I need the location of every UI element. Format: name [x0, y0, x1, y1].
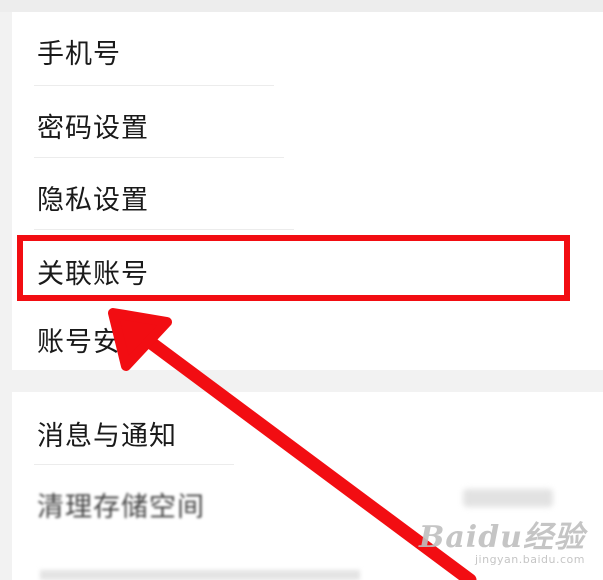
- top-divider: [0, 0, 603, 12]
- settings-screen: 手机号 密码设置 隐私设置 关联账号 账号安 消息与通知 清理存储空间 Baid…: [0, 0, 603, 580]
- settings-item-label: 关联账号: [37, 259, 149, 290]
- watermark-logo: Baidu经验: [419, 520, 585, 555]
- settings-item-label: 清理存储空间: [37, 492, 205, 523]
- settings-item-label: 手机号: [37, 39, 121, 70]
- storage-size-value: [463, 489, 553, 507]
- baidu-watermark: Baidu经验 jingyan.baidu.com: [419, 512, 585, 566]
- settings-item-password[interactable]: 密码设置: [12, 86, 603, 158]
- settings-item-label: 密码设置: [37, 113, 149, 144]
- bottom-partial-row: [40, 570, 360, 580]
- settings-item-label: 消息与通知: [37, 421, 177, 452]
- settings-item-notifications[interactable]: 消息与通知: [12, 392, 603, 464]
- settings-group-account: 手机号 密码设置 隐私设置 关联账号 账号安: [12, 12, 603, 370]
- settings-item-label: 账号安: [37, 327, 121, 358]
- settings-item-linked-accounts[interactable]: 关联账号: [12, 230, 603, 302]
- settings-item-account-security[interactable]: 账号安: [12, 302, 603, 370]
- settings-item-privacy[interactable]: 隐私设置: [12, 158, 603, 230]
- settings-item-label: 隐私设置: [37, 185, 149, 216]
- settings-item-phone[interactable]: 手机号: [12, 12, 603, 84]
